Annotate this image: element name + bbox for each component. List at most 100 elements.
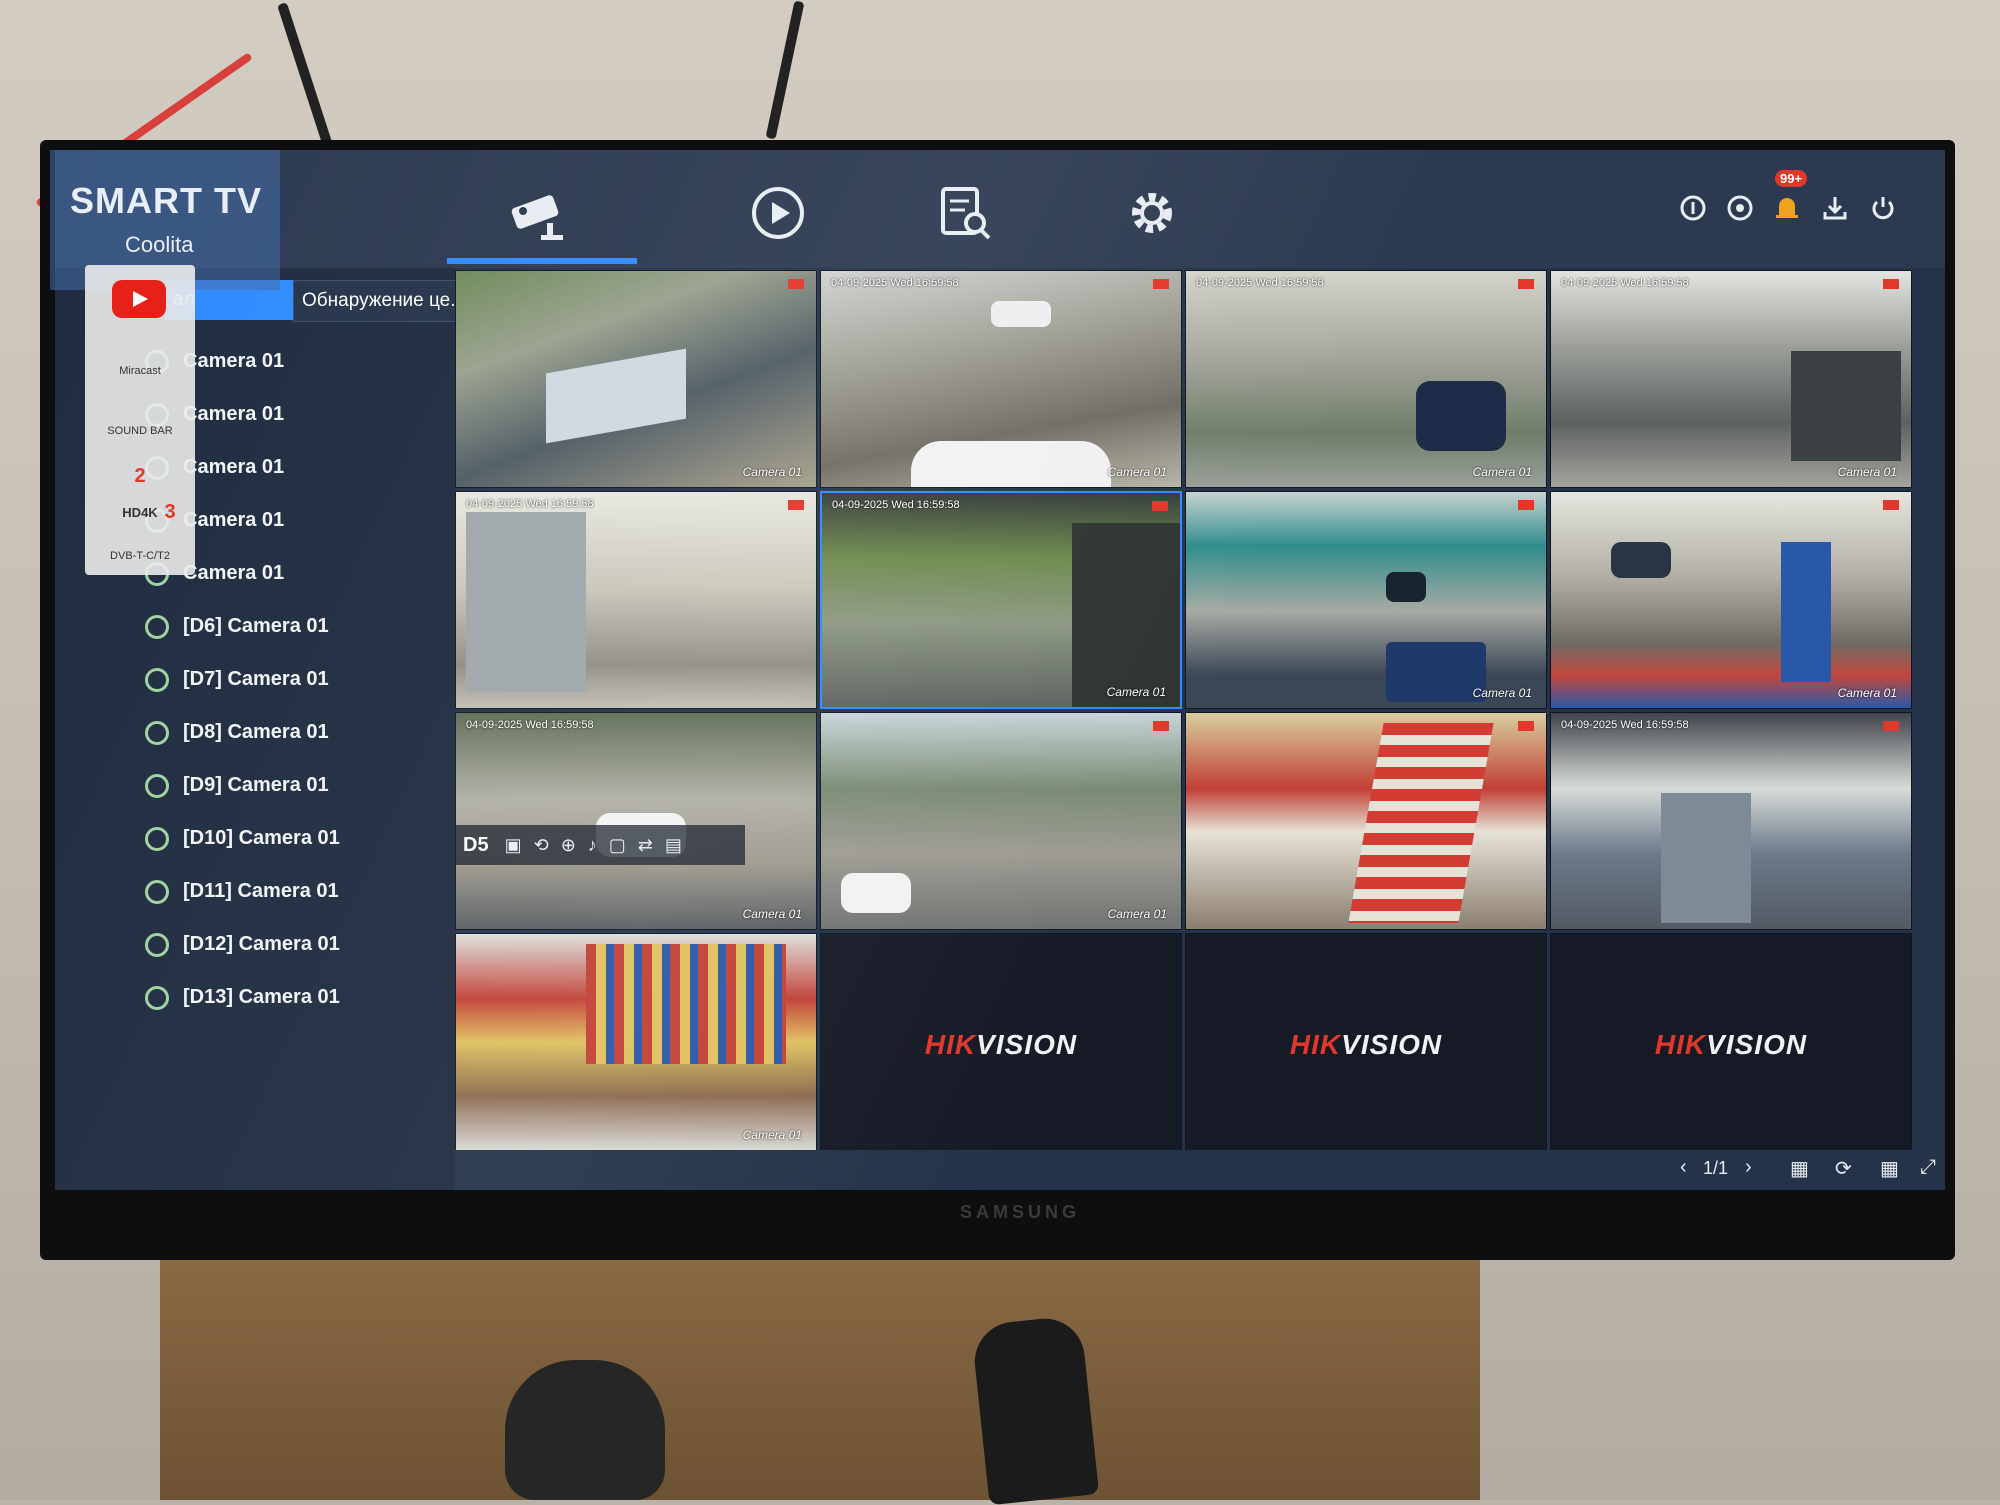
camera-list-item[interactable]: [D6] Camera 01 — [145, 600, 485, 653]
camera-list-item[interactable]: Camera 01 — [145, 388, 485, 441]
video-tile-empty[interactable]: HIKVISION — [1550, 933, 1912, 1151]
video-tile[interactable]: Camera 01 — [820, 712, 1182, 930]
tile-camera-label: Camera 01 — [1837, 686, 1897, 700]
zoom-icon[interactable]: ⊕ — [561, 835, 576, 856]
camera-icon[interactable] — [507, 178, 577, 248]
refresh-icon[interactable]: ⟳ — [1835, 1156, 1852, 1181]
car-shape — [841, 873, 911, 913]
tile-camera-label: Camera 01 — [742, 1128, 802, 1142]
gear-icon[interactable] — [1117, 178, 1187, 248]
camera-list-item[interactable]: Camera 01 — [145, 335, 485, 388]
camera-list-item[interactable]: Camera 01 — [145, 441, 485, 494]
video-tile[interactable]: 04-09-2025 Wed 16:59:58 Camera 01 — [1185, 270, 1547, 488]
camera-name: Camera 01 — [183, 350, 285, 372]
camera-online-icon — [145, 985, 169, 1010]
camera-name: [D12] Camera 01 — [183, 933, 340, 955]
camera-name: Camera 01 — [183, 456, 285, 478]
instant-playback-icon[interactable]: ⟲ — [534, 835, 549, 856]
record-flag-icon — [1883, 279, 1899, 289]
tile-timestamp: 04-09-2025 Wed 16:59:58 — [1196, 277, 1324, 289]
camera-list-item[interactable]: [D11] Camera 01 — [145, 865, 485, 918]
video-tile[interactable]: 04-09-2025 Wed 16:59:58 — [1550, 712, 1912, 930]
grid-layout-icon[interactable]: ▦ — [1880, 1156, 1899, 1181]
car-shape — [991, 301, 1051, 327]
switch-stream-icon[interactable]: ⇄ — [638, 835, 653, 856]
camera-online-icon — [145, 720, 169, 745]
ptz-icon[interactable]: ▢ — [609, 835, 626, 856]
record-flag-icon — [1518, 279, 1534, 289]
vending-machine-shape — [1781, 542, 1831, 682]
feature-usb-count: 2 — [134, 465, 146, 487]
video-tile[interactable] — [1185, 712, 1547, 930]
tile-channel-label: D5 — [463, 833, 489, 856]
record-flag-icon — [788, 279, 804, 289]
camera-list-item[interactable]: Camera 01 — [145, 547, 485, 600]
record-flag-icon — [1518, 721, 1534, 731]
live-view-grid: Camera 01 04-09-2025 Wed 16:59:58 Camera… — [455, 270, 1915, 1151]
record-flag-icon — [1518, 500, 1534, 510]
power-icon[interactable] — [1863, 188, 1903, 228]
camera-list-item[interactable]: [D10] Camera 01 — [145, 812, 485, 865]
video-tile[interactable]: Camera 01 — [455, 933, 817, 1151]
camera-name: Camera 01 — [183, 562, 285, 584]
info-icon[interactable] — [1673, 188, 1713, 228]
search-file-icon[interactable] — [930, 178, 1000, 248]
video-tile[interactable]: Camera 01 — [1185, 491, 1547, 709]
shelf-shape — [586, 944, 786, 1064]
camera-list-item[interactable]: [D7] Camera 01 — [145, 653, 485, 706]
playback-icon[interactable] — [743, 178, 813, 248]
computer-mouse — [505, 1360, 665, 1500]
target-icon[interactable] — [1720, 188, 1760, 228]
record-flag-icon — [1152, 501, 1168, 511]
camera-online-icon — [145, 667, 169, 692]
top-toolbar: 99+ — [55, 150, 1945, 268]
video-tile-selected[interactable]: 04-09-2025 Wed 16:59:58 Camera 01 — [820, 491, 1182, 709]
video-tile[interactable]: 04-09-2025 Wed 16:59:58 Camera 01 — [820, 270, 1182, 488]
download-icon[interactable] — [1815, 188, 1855, 228]
tile-camera-label: Camera 01 — [1472, 465, 1532, 479]
tile-camera-label: Camera 01 — [742, 907, 802, 921]
snapshot-icon[interactable]: ▣ — [505, 835, 522, 856]
video-tile[interactable]: Camera 01 — [1550, 491, 1912, 709]
camera-list-item[interactable]: [D13] Camera 01 — [145, 971, 485, 1024]
feature-soundbar: SOUND BAR — [107, 425, 173, 437]
video-tile[interactable]: Camera 01 — [455, 270, 817, 488]
prev-page-icon[interactable]: ‹ — [1680, 1156, 1687, 1179]
tv-brand-label: SAMSUNG — [959, 1202, 1080, 1222]
info-overlay-icon[interactable]: ▤ — [665, 835, 682, 856]
tile-quick-toolbar: D5 ▣ ⟲ ⊕ ♪ ▢ ⇄ ▤ — [455, 825, 745, 865]
video-tile[interactable]: 04-09-2025 Wed 16:59:58 Camera 01 — [455, 712, 817, 930]
video-tile-empty[interactable]: HIKVISION — [820, 933, 1182, 1151]
hikvision-logo: HIKVISION — [1289, 1029, 1443, 1060]
next-page-icon[interactable]: › — [1745, 1156, 1752, 1179]
record-flag-icon — [788, 500, 804, 510]
camera-online-icon — [145, 826, 169, 851]
camera-list-item[interactable]: [D9] Camera 01 — [145, 759, 485, 812]
feature-miracast: Miracast — [119, 365, 161, 377]
record-flag-icon — [1153, 279, 1169, 289]
bell-icon[interactable] — [1767, 188, 1807, 228]
fullscreen-icon[interactable]: ⤢ — [1920, 1156, 1936, 1179]
camera-list: Camera 01 Camera 01 Camera 01 Camera 01 … — [145, 335, 485, 1024]
feature-dvb: DVB-T-C/T2 — [110, 550, 170, 562]
youtube-icon — [112, 280, 166, 318]
video-tile-empty[interactable]: HIKVISION — [1185, 933, 1547, 1151]
tile-camera-label: Camera 01 — [1107, 907, 1167, 921]
tile-timestamp: 04-09-2025 Wed 16:59:58 — [1561, 719, 1689, 731]
camera-list-item[interactable]: [D12] Camera 01 — [145, 918, 485, 971]
sticker-brand: Coolita — [125, 232, 194, 257]
audio-icon[interactable]: ♪ — [588, 835, 597, 856]
car-shape — [1416, 381, 1506, 451]
camera-online-icon — [145, 879, 169, 904]
record-flag-icon — [1883, 721, 1899, 731]
camera-online-icon — [145, 614, 169, 639]
video-tile[interactable]: 04-09-2025 Wed 16:59:58 — [455, 491, 817, 709]
car-shape — [1611, 542, 1671, 578]
layout-icon[interactable]: ▦ — [1790, 1156, 1809, 1181]
camera-name: [D8] Camera 01 — [183, 721, 329, 743]
active-tab-indicator — [447, 258, 637, 264]
record-flag-icon — [1883, 500, 1899, 510]
shelf-shape — [1348, 723, 1494, 923]
video-tile[interactable]: 04-09-2025 Wed 16:59:58 Camera 01 — [1550, 270, 1912, 488]
camera-list-item[interactable]: [D8] Camera 01 — [145, 706, 485, 759]
